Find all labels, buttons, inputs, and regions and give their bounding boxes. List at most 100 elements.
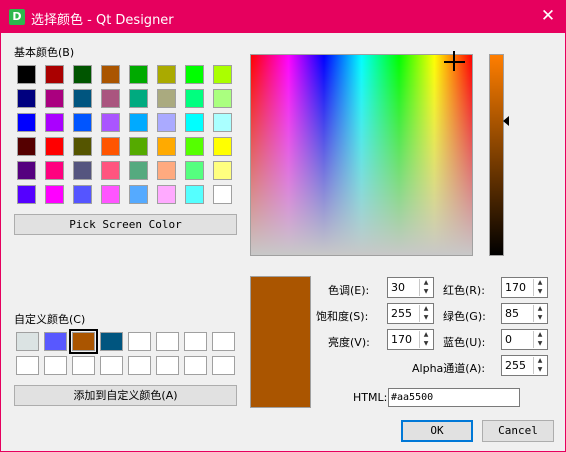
basic-color-swatch[interactable] [101,185,120,204]
custom-color-swatch[interactable] [212,356,235,375]
custom-color-swatch[interactable] [16,332,39,351]
blue-spinbox[interactable]: 0 ▲ ▼ [501,329,548,350]
basic-color-swatch[interactable] [157,185,176,204]
custom-color-swatch[interactable] [128,356,151,375]
custom-color-swatch[interactable] [184,356,207,375]
spin-down-icon[interactable]: ▼ [420,314,432,322]
ok-button[interactable]: OK [401,420,473,442]
basic-color-swatch[interactable] [129,65,148,84]
basic-color-swatch[interactable] [45,137,64,156]
basic-color-swatch[interactable] [185,185,204,204]
basic-color-swatch[interactable] [45,89,64,108]
basic-color-swatch[interactable] [17,185,36,204]
green-spinbox[interactable]: 85 ▲ ▼ [501,303,548,324]
basic-color-swatch[interactable] [185,113,204,132]
basic-color-swatch[interactable] [17,65,36,84]
spin-up-icon[interactable]: ▲ [534,305,546,313]
basic-color-swatch[interactable] [45,65,64,84]
basic-color-swatch[interactable] [157,113,176,132]
picker-crosshair-vertical [453,51,455,71]
red-spinbox[interactable]: 170 ▲ ▼ [501,277,548,298]
value-spinbox[interactable]: 170 ▲ ▼ [387,329,434,350]
basic-color-swatch[interactable] [17,113,36,132]
spin-up-icon[interactable]: ▲ [420,331,432,339]
basic-color-swatch[interactable] [17,137,36,156]
custom-color-swatch[interactable] [69,329,98,354]
basic-color-swatch[interactable] [157,89,176,108]
html-field[interactable] [388,388,521,407]
basic-color-swatch[interactable] [73,137,92,156]
custom-color-swatch[interactable] [44,332,67,351]
basic-color-swatch[interactable] [101,65,120,84]
basic-color-swatch[interactable] [73,185,92,204]
spin-down-icon[interactable]: ▼ [534,340,546,348]
spin-down-icon[interactable]: ▼ [534,366,546,374]
html-color-input[interactable] [389,389,521,406]
basic-color-swatch[interactable] [45,161,64,180]
basic-color-swatch[interactable] [101,137,120,156]
basic-color-swatch[interactable] [157,137,176,156]
spin-down-icon[interactable]: ▼ [534,288,546,296]
basic-color-swatch[interactable] [129,89,148,108]
custom-color-swatch[interactable] [16,356,39,375]
custom-color-swatch[interactable] [100,332,123,351]
custom-color-swatch[interactable] [212,332,235,351]
basic-color-swatch[interactable] [185,137,204,156]
spin-up-icon[interactable]: ▲ [534,279,546,287]
basic-color-swatch[interactable] [129,161,148,180]
hue-saturation-picker[interactable] [250,54,473,256]
basic-color-swatch[interactable] [213,113,232,132]
basic-color-swatch[interactable] [129,185,148,204]
saturation-spinbox[interactable]: 255 ▲ ▼ [387,303,434,324]
custom-color-swatch[interactable] [156,356,179,375]
basic-color-swatch[interactable] [157,161,176,180]
custom-color-swatch[interactable] [156,332,179,351]
spin-up-icon[interactable]: ▲ [420,279,432,287]
spin-up-icon[interactable]: ▲ [534,357,546,365]
basic-color-swatch[interactable] [129,137,148,156]
custom-color-swatch[interactable] [72,356,95,375]
basic-color-swatch[interactable] [45,185,64,204]
basic-color-swatch[interactable] [73,113,92,132]
custom-color-swatch[interactable] [44,356,67,375]
basic-color-swatch[interactable] [101,89,120,108]
hue-spinbox[interactable]: 30 ▲ ▼ [387,277,434,298]
luminance-marker-icon[interactable] [503,116,509,126]
basic-color-swatch[interactable] [73,161,92,180]
basic-color-swatch[interactable] [213,161,232,180]
qt-designer-icon: D [9,9,25,25]
basic-color-swatch[interactable] [129,113,148,132]
basic-color-swatch[interactable] [101,113,120,132]
luminance-slider[interactable] [489,54,504,256]
basic-color-swatch[interactable] [185,161,204,180]
add-to-custom-colors-button[interactable]: 添加到自定义颜色(A) [14,385,237,406]
basic-color-swatch[interactable] [185,65,204,84]
close-icon[interactable]: ✕ [539,7,557,25]
basic-color-swatch[interactable] [45,113,64,132]
hue-label: 色调(E): [328,284,370,297]
cancel-button[interactable]: Cancel [482,420,554,442]
basic-color-swatch[interactable] [157,65,176,84]
custom-color-swatch[interactable] [184,332,207,351]
pick-screen-color-button[interactable]: Pick Screen Color [14,214,237,235]
basic-color-swatch[interactable] [17,89,36,108]
window-title: 选择颜色 - Qt Designer [31,13,174,28]
basic-color-swatch[interactable] [213,65,232,84]
spin-down-icon[interactable]: ▼ [420,340,432,348]
custom-color-swatch[interactable] [100,356,123,375]
alpha-spinbox[interactable]: 255 ▲ ▼ [501,355,548,376]
basic-color-swatch[interactable] [73,89,92,108]
spin-down-icon[interactable]: ▼ [420,288,432,296]
basic-color-swatch[interactable] [213,137,232,156]
basic-color-swatch[interactable] [213,89,232,108]
alpha-label: Alpha通道(A): [412,362,486,375]
basic-color-swatch[interactable] [101,161,120,180]
spin-up-icon[interactable]: ▲ [534,331,546,339]
spin-down-icon[interactable]: ▼ [534,314,546,322]
spin-up-icon[interactable]: ▲ [420,305,432,313]
basic-color-swatch[interactable] [73,65,92,84]
basic-color-swatch[interactable] [17,161,36,180]
basic-color-swatch[interactable] [185,89,204,108]
custom-color-swatch[interactable] [128,332,151,351]
basic-color-swatch[interactable] [213,185,232,204]
